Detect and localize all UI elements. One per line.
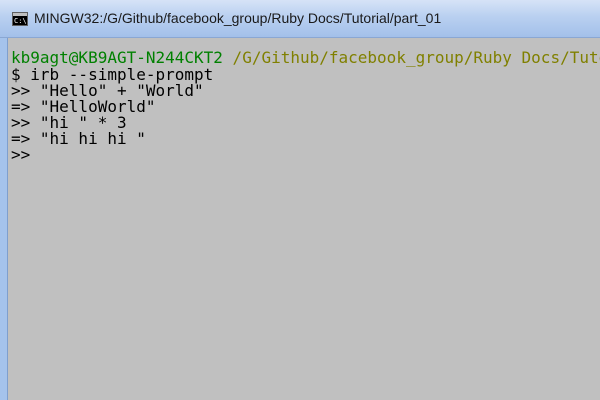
terminal-window: C:\ MINGW32:/G/Github/facebook_group/Rub… <box>0 0 600 400</box>
shell-prompt-line: kb9agt@KB9AGT-N244CKT2 /G/Github/faceboo… <box>11 50 600 66</box>
window-title: MINGW32:/G/Github/facebook_group/Ruby Do… <box>34 10 442 26</box>
console-line: => "hi hi hi " <box>11 129 146 148</box>
console-input-line[interactable]: >> <box>11 147 30 163</box>
console-app-icon[interactable]: C:\ <box>12 12 28 26</box>
window-frame-left <box>0 38 8 400</box>
title-bar[interactable]: C:\ MINGW32:/G/Github/facebook_group/Rub… <box>0 0 600 38</box>
console-area[interactable]: kb9agt@KB9AGT-N244CKT2 /G/Github/faceboo… <box>8 38 600 400</box>
prompt-path: /G/Github/facebook_group/Ruby Docs/Tutor… <box>232 48 600 67</box>
